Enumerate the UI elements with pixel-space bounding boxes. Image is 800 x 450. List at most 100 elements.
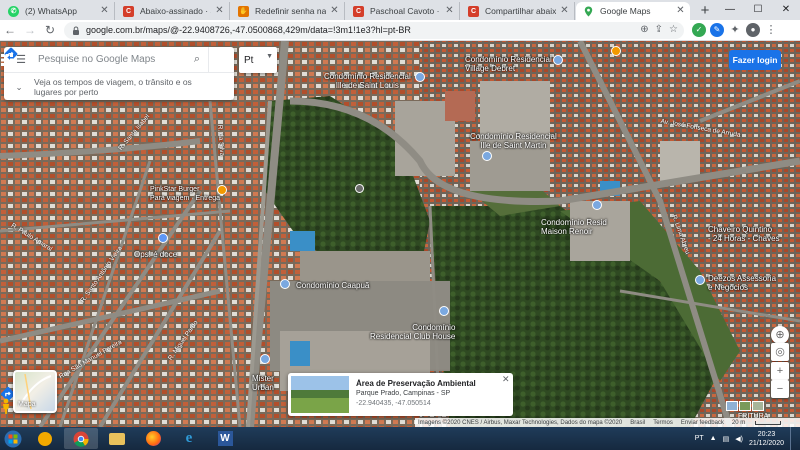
tab-paschoal-cavoto[interactable]: C Paschoal Cavoto · Chan ✕ [346, 2, 460, 20]
tab-compartilhar[interactable]: C Compartilhar abaixo-ass ✕ [461, 2, 575, 20]
apps-grid-icon[interactable] [0, 53, 14, 67]
close-icon[interactable]: ✕ [444, 5, 455, 16]
network-icon[interactable]: ▤ [723, 435, 730, 443]
shop-pin-icon[interactable] [158, 233, 168, 243]
share-icon[interactable]: ⇪ [655, 24, 663, 35]
zoom-out-button[interactable]: − [771, 380, 789, 398]
pin-icon[interactable] [439, 306, 449, 316]
imagery-thumb[interactable] [726, 401, 738, 411]
search-input[interactable] [32, 54, 186, 65]
label-chaveiro-quintino[interactable]: Chaveiro Quintino - 24 Horas - Chaves [708, 225, 780, 243]
profile-avatar-icon[interactable]: ● [746, 23, 760, 37]
taskbar-explorer[interactable] [100, 428, 134, 449]
selected-point-icon[interactable] [355, 184, 364, 193]
target-icon: ◎ [775, 346, 785, 358]
input-language[interactable]: PT [695, 435, 704, 442]
extension-feather-icon[interactable]: ✎ [710, 23, 724, 37]
label-condo-village-debret[interactable]: Condomínio Residencial Village Debret [465, 55, 552, 73]
label-ops-doce[interactable]: Ops! é doce [134, 250, 177, 259]
region-link[interactable]: Brasil [630, 420, 645, 426]
new-tab-button[interactable]: + [696, 2, 714, 20]
zoom-in-button[interactable]: + [771, 362, 789, 380]
minimize-button[interactable]: — [716, 0, 744, 20]
pegman-icon[interactable] [0, 398, 12, 414]
clock[interactable]: 20:23 21/12/2020 [749, 430, 784, 448]
taskbar-word[interactable]: W [208, 428, 242, 449]
label-mister-urban[interactable]: Mister Urban [252, 374, 274, 392]
volume-icon[interactable]: ◀) [735, 435, 743, 443]
taskbar-firefox[interactable] [136, 428, 170, 449]
login-button[interactable]: Fazer login [729, 50, 781, 70]
address-bar[interactable]: google.com.br/maps/@-22.9408726,-47.0500… [64, 21, 684, 39]
label-condo-ile-saint-martin[interactable]: Condomínio Residencial Ille de Saint Mar… [470, 132, 557, 150]
star-icon[interactable]: ☆ [669, 24, 678, 35]
scale-text[interactable]: 20 m [732, 420, 745, 426]
satellite-map[interactable]: Condomínio Residencial Ille de Saint Lou… [0, 41, 800, 427]
directions-button[interactable] [4, 46, 234, 73]
terms-link[interactable]: Termos [653, 420, 673, 426]
folder-icon [109, 432, 125, 445]
label-condo-maison-renoir[interactable]: Condomínio Resid Maison Renoir [541, 218, 607, 236]
menu-dots-icon[interactable]: ⋮ [764, 23, 778, 37]
close-icon[interactable]: ✕ [559, 5, 570, 16]
show-desktop-button[interactable] [790, 427, 794, 450]
close-icon[interactable]: ✕ [99, 5, 110, 16]
imagery-thumb[interactable] [739, 401, 751, 411]
pin-icon[interactable] [482, 151, 492, 161]
imagery-thumb[interactable] [752, 401, 764, 411]
taskbar-chrome[interactable] [64, 428, 98, 449]
travel-times-row[interactable]: ⌄ Veja os tempos de viagem, o trânsito e… [4, 74, 234, 100]
label-condo-ile-saint-louis[interactable]: Condomínio Residencial Ille de Saint Lou… [324, 72, 411, 90]
tab-whatsapp[interactable]: ✆ (2) WhatsApp ✕ [1, 2, 115, 20]
window-controls: — ☐ ✕ [716, 0, 800, 20]
browser-tabstrip: ✆ (2) WhatsApp ✕ C Abaixo-assinado · Sec… [0, 0, 800, 20]
label-condo-club-house[interactable]: Condomínio Residencial Club House [370, 323, 455, 341]
url-text: google.com.br/maps/@-22.9408726,-47.0500… [86, 25, 411, 35]
tab-redefinir-senha[interactable]: ✋ Redefinir senha na Chan ✕ [231, 2, 345, 20]
food-pin-icon[interactable] [217, 185, 227, 195]
compass-button[interactable]: ⊕ [771, 326, 789, 344]
forward-button[interactable]: → [20, 20, 40, 40]
taskbar-ie[interactable]: e [172, 428, 206, 449]
close-icon[interactable]: ✕ [214, 5, 225, 16]
pin-icon[interactable] [260, 354, 270, 364]
close-icon[interactable]: ✕ [675, 5, 686, 16]
reload-button[interactable]: ↻ [40, 20, 60, 40]
tab-google-maps[interactable]: Google Maps ✕ [576, 2, 690, 20]
close-icon[interactable]: ✕ [329, 5, 340, 16]
my-location-button[interactable]: ◎ [771, 343, 789, 361]
tab-title: (2) WhatsApp [25, 6, 77, 16]
map-layer-toggle[interactable]: Mapa [13, 370, 57, 413]
language-select[interactable]: Pt ▼ [239, 47, 277, 73]
map-footer: Imagens ©2020 CNES / Airbus, Maxar Techn… [0, 418, 800, 427]
taskbar-pinned-app[interactable] [28, 428, 62, 449]
feedback-link[interactable]: Enviar feedback [681, 420, 724, 426]
label-deezos[interactable]: Deezos Assessoria e Negócios [708, 274, 776, 292]
label-pinkstar-burger[interactable]: PinkStar Burger Para viagem · Entrega [150, 185, 220, 203]
tab-title: Compartilhar abaixo-ass [485, 6, 556, 16]
change-org-icon: C [353, 6, 364, 17]
start-button[interactable] [0, 427, 26, 450]
whatsapp-icon: ✆ [8, 6, 19, 17]
pin-icon[interactable] [415, 72, 425, 82]
pin-icon[interactable] [280, 279, 290, 289]
pin-icon[interactable] [553, 55, 563, 65]
label-condo-caapua[interactable]: Condomínio Caapuã [296, 281, 369, 290]
place-photo[interactable] [291, 376, 349, 413]
tab-abaixo-assinado[interactable]: C Abaixo-assinado · Secret ✕ [116, 2, 230, 20]
travel-times-text: Veja os tempos de viagem, o trânsito e o… [34, 77, 192, 97]
back-button[interactable]: ← [0, 20, 20, 40]
close-icon[interactable]: ✕ [502, 374, 510, 385]
tray-up-arrow-icon[interactable]: ▲ [710, 435, 717, 442]
close-window-button[interactable]: ✕ [772, 0, 800, 20]
pin-icon[interactable] [592, 200, 602, 210]
maximize-button[interactable]: ☐ [744, 0, 772, 20]
location-target-icon[interactable]: ⊕ [640, 24, 648, 35]
extension-shield-icon[interactable]: ✓ [692, 23, 706, 37]
search-icon[interactable]: ⌕ [186, 53, 208, 66]
pin-icon[interactable] [695, 275, 705, 285]
extension-puzzle-icon[interactable]: ✦ [728, 23, 742, 37]
place-info-card[interactable]: Área de Preservação Ambiental d... Parqu… [288, 373, 513, 416]
pin-icon[interactable] [611, 46, 621, 56]
chevron-down-icon[interactable]: ⌄ [4, 82, 34, 92]
